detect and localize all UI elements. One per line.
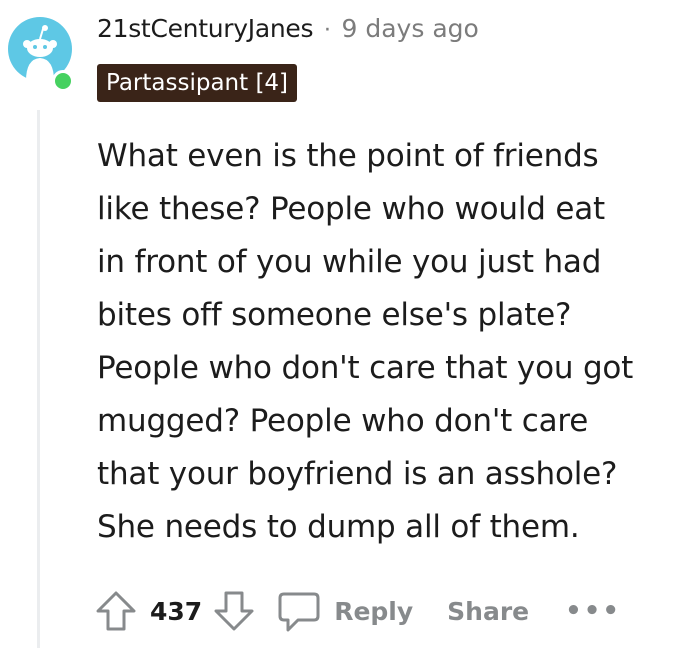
comment-header: 21stCenturyJanes · 9 days ago <box>97 14 479 43</box>
more-options-button[interactable]: ••• <box>565 596 621 626</box>
thread-line[interactable] <box>37 110 40 648</box>
comment-actions: 437 Reply Share ••• <box>94 582 621 640</box>
upvote-button[interactable] <box>94 589 138 633</box>
username[interactable]: 21stCenturyJanes <box>97 14 313 43</box>
comment-body-line: People who don't care that you got <box>97 350 634 386</box>
vote-count: 437 <box>150 596 203 626</box>
meta-separator: · <box>323 14 332 42</box>
arrow-up-icon <box>96 591 136 631</box>
timestamp[interactable]: 9 days ago <box>342 14 479 43</box>
comment-body-line: mugged? People who don't care <box>97 403 589 439</box>
reply-button[interactable]: Reply <box>276 588 413 634</box>
user-flair: Partassipant [4] <box>97 64 298 102</box>
online-status-indicator <box>52 70 74 92</box>
comment-body-line: bites off someone else's plate? <box>97 297 572 333</box>
comment-body: What even is the point of friends like t… <box>97 130 697 554</box>
comment-body-line: in front of you while you just had <box>97 244 602 280</box>
arrow-down-icon <box>214 591 254 631</box>
speech-bubble-icon <box>278 592 320 632</box>
downvote-button[interactable] <box>212 589 256 633</box>
comment-body-line: that your boyfriend is an asshole? <box>97 456 618 492</box>
comment-body-line: She needs to dump all of them. <box>97 509 580 545</box>
comment-body-line: What even is the point of friends <box>97 138 599 174</box>
reply-label: Reply <box>334 596 414 626</box>
comment-body-line: like these? People who would eat <box>97 191 606 227</box>
share-button[interactable]: Share <box>447 597 529 626</box>
